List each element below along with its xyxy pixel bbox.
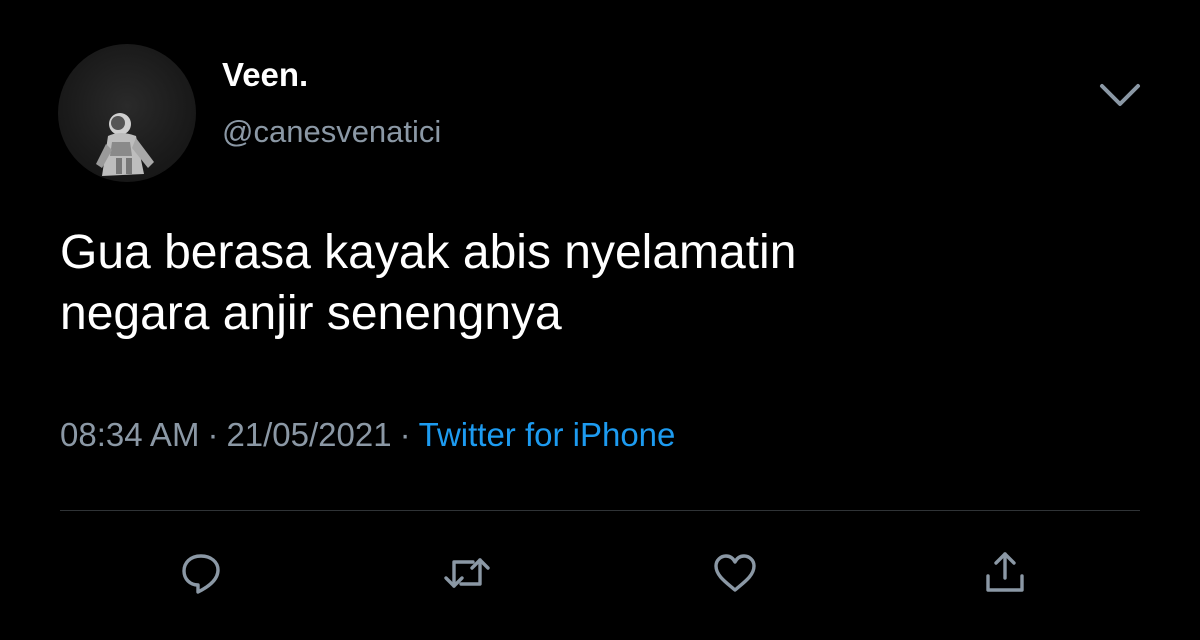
- tweet-card: Veen. @canesvenatici Gua berasa kayak ab…: [0, 0, 1200, 640]
- meta-separator: ·: [399, 416, 411, 453]
- share-icon[interactable]: [980, 548, 1030, 598]
- heart-icon[interactable]: [710, 548, 760, 598]
- display-name[interactable]: Veen.: [222, 56, 308, 94]
- reply-icon[interactable]: [176, 548, 226, 598]
- tweet-meta: 08:34 AM · 21/05/2021 · Twitter for iPhone: [60, 416, 675, 454]
- tweet-text-line: negara anjir senengnya: [60, 287, 562, 340]
- tweet-time[interactable]: 08:34 AM: [60, 416, 199, 453]
- retweet-icon[interactable]: [442, 548, 492, 598]
- divider: [60, 510, 1140, 511]
- tweet-source-link[interactable]: Twitter for iPhone: [419, 416, 676, 453]
- tweet-date[interactable]: 21/05/2021: [226, 416, 391, 453]
- tweet-text-line: Gua berasa kayak abis nyelamatin: [60, 226, 797, 279]
- meta-separator: ·: [207, 416, 219, 453]
- tweet-text: Gua berasa kayak abis nyelamatin negara …: [60, 222, 1140, 344]
- astronaut-image: [96, 113, 154, 176]
- user-handle[interactable]: @canesvenatici: [222, 114, 441, 150]
- avatar[interactable]: [58, 44, 196, 182]
- chevron-down-icon[interactable]: [1096, 78, 1144, 112]
